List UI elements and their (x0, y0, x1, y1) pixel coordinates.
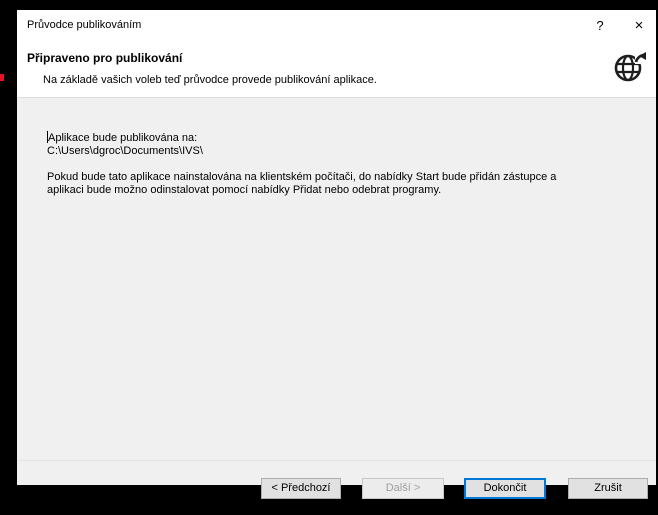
window-title: Průvodce publikováním (27, 19, 142, 31)
red-edge-marker (0, 74, 4, 81)
publish-location-label: Aplikace bude publikována na: (48, 132, 198, 144)
footer-divider (17, 460, 656, 461)
page-title: Připraveno pro publikování (27, 51, 183, 65)
close-button[interactable]: × (624, 14, 654, 38)
publish-location-label-row: Aplikace bude publikována na: (47, 131, 637, 145)
wizard-header: Připraveno pro publikování Na základě va… (17, 44, 656, 98)
previous-button[interactable]: < Předchozí (261, 478, 341, 499)
help-button[interactable]: ? (585, 14, 615, 38)
publish-path: C:\Users\dgroc\Documents\IVS\ (47, 145, 203, 157)
page-subtitle: Na základě vašich voleb teď průvodce pro… (43, 74, 377, 86)
install-info-line1: Pokud bude tato aplikace nainstalována n… (47, 171, 557, 183)
cancel-button[interactable]: Zrušit (568, 478, 648, 499)
publish-wizard-dialog: Průvodce publikováním ? × Připraveno pro… (17, 10, 656, 499)
title-bar: Průvodce publikováním ? × (17, 10, 656, 44)
summary-content: Aplikace bude publikována na: C:\Users\d… (47, 131, 637, 197)
globe-publish-icon (614, 52, 647, 82)
install-info-line2: aplikaci bude možno odinstalovat pomocí … (47, 184, 442, 196)
finish-button[interactable]: Dokončit (464, 478, 546, 499)
next-button[interactable]: Další > (362, 478, 444, 499)
